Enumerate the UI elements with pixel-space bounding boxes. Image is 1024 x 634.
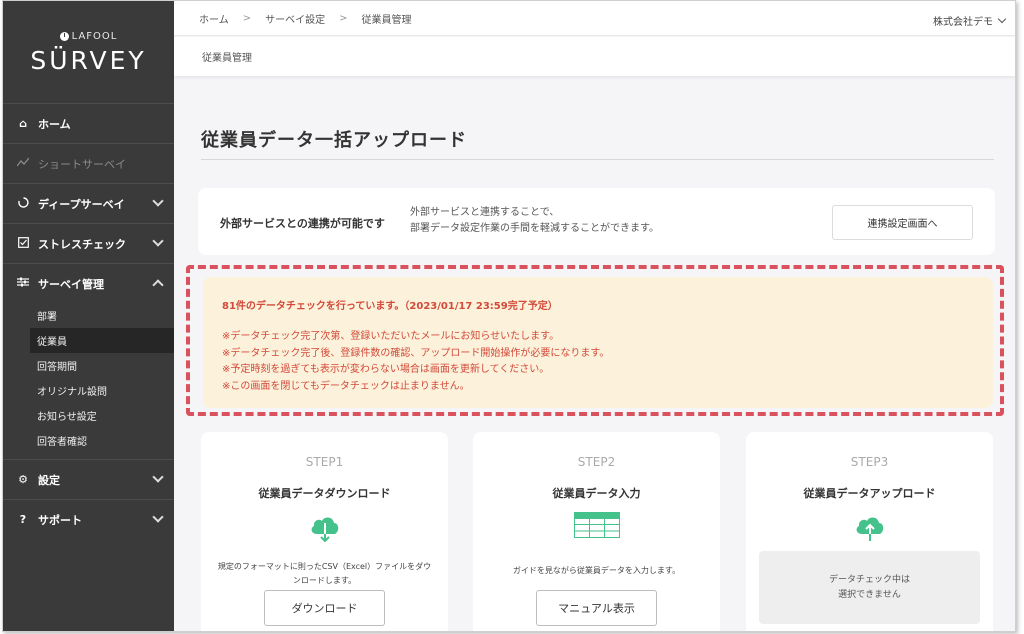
external-service-title: 外部サービスとの連携が可能です <box>220 217 385 230</box>
sidebar-item-label: サポート <box>38 513 82 527</box>
app-window: LAFOOL SÜRVEY ⌂ ホーム ショートサーベイ ディープサーベイ スト… <box>2 0 1016 632</box>
external-service-card: 外部サービスとの連携が可能です 外部サービスと連携することで、 部署データ設定作… <box>198 188 995 255</box>
chevron-up-icon[interactable] <box>152 279 164 291</box>
manual-view-button[interactable]: マニュアル表示 <box>536 590 657 626</box>
chevron-down-icon[interactable] <box>152 195 164 207</box>
notice-line: ※データチェック完了次第、登録いただいたメールにお知らせいたします。 <box>222 331 560 342</box>
step2-card: STEP2 従業員データ入力 ガイドを見ながら従業員データを入力します。 マニュ… <box>473 432 720 631</box>
circle-arc-icon <box>16 196 30 211</box>
notice-line: ※予定時刻を過ぎても表示が変わらない場合は画面を更新してください。 <box>222 364 550 375</box>
logo-product: SÜRVEY <box>30 46 147 75</box>
breadcrumb-home[interactable]: ホーム <box>199 11 229 26</box>
gear-icon: ⚙ <box>18 473 28 486</box>
step-description: ガイドを見ながら従業員データを入力します。 <box>512 566 681 575</box>
sliders-icon <box>16 277 30 290</box>
sidebar-subitem-employees[interactable]: 従業員 <box>30 328 174 353</box>
step3-card: STEP3 従業員データアップロード データチェック中は 選択できません <box>746 432 993 631</box>
trend-line-icon <box>16 157 30 170</box>
breadcrumb-separator-icon: > <box>242 12 252 24</box>
sidebar: LAFOOL SÜRVEY ⌂ ホーム ショートサーベイ ディープサーベイ スト… <box>3 1 174 631</box>
sidebar-subitem-departments[interactable]: 部署 <box>3 303 174 328</box>
chevron-down-icon[interactable] <box>152 511 164 523</box>
breadcrumb-current: 従業員管理 <box>361 14 412 26</box>
question-icon: ? <box>19 513 27 526</box>
sidebar-item-settings[interactable]: ⚙ 設定 <box>3 459 174 499</box>
logo-company: LAFOOL <box>71 31 118 42</box>
sidebar-item-deep-survey[interactable]: ディープサーベイ <box>3 183 174 223</box>
download-button[interactable]: ダウンロード <box>264 590 385 626</box>
step-description: 規定のフォーマットに則ったCSV（Excel）ファイルをダウンロードします。 <box>217 562 432 585</box>
sidebar-subitem-respondent-check[interactable]: 回答者確認 <box>3 428 174 453</box>
sidebar-item-label: ショートサーベイ <box>38 157 126 171</box>
page-title: 従業員データ一括アップロード <box>201 130 467 151</box>
highlight-dashed-frame: 81件のデータチェックを行っています。（2023/01/17 23:59完了予定… <box>186 265 1004 416</box>
sidebar-item-label: ディープサーベイ <box>38 197 125 211</box>
survey-management-submenu: 部署 従業員 回答期間 オリジナル設問 お知らせ設定 回答者確認 <box>3 303 174 459</box>
section-header: 従業員管理 <box>174 37 1015 76</box>
sidebar-item-survey-management[interactable]: サーベイ管理 <box>3 263 174 303</box>
logo[interactable]: LAFOOL SÜRVEY <box>3 31 174 75</box>
step-title: 従業員データ入力 <box>552 487 641 500</box>
breadcrumb-separator-icon: > <box>339 12 348 24</box>
breadcrumb: ホーム > サーベイ設定 > 従業員管理 株式会社デモ <box>174 1 1015 36</box>
sidebar-nav: ⌂ ホーム ショートサーベイ ディープサーベイ ストレスチェック サーベイ管理 … <box>3 103 174 539</box>
sidebar-item-label: サーベイ管理 <box>38 277 104 291</box>
step-label: STEP2 <box>577 455 616 469</box>
step-title: 従業員データアップロード <box>803 487 936 500</box>
data-check-notice: 81件のデータチェックを行っています。（2023/01/17 23:59完了予定… <box>203 277 993 408</box>
sidebar-item-home[interactable]: ⌂ ホーム <box>3 103 174 143</box>
notice-line: ※この画面を閉じてもデータチェックは止まりません。 <box>222 380 470 392</box>
sidebar-subitem-original-questions[interactable]: オリジナル設問 <box>3 378 174 403</box>
notice-line: ※データチェック完了後、登録件数の確認、アップロード開始操作が必要になります。 <box>222 347 610 359</box>
sidebar-item-short-survey: ショートサーベイ <box>3 143 174 183</box>
chevron-down-icon[interactable] <box>152 235 164 247</box>
step-label: STEP1 <box>305 455 344 469</box>
sidebar-item-label: ホーム <box>38 117 71 131</box>
cloud-download-icon <box>308 512 342 546</box>
step1-card: STEP1 従業員データダウンロード 規定のフォーマットに則ったCSV（Exce… <box>201 432 448 631</box>
title-divider <box>201 159 994 160</box>
integration-settings-button[interactable]: 連携設定画面へ <box>832 205 973 240</box>
sidebar-item-support[interactable]: ? サポート <box>3 499 174 539</box>
step-label: STEP3 <box>850 455 889 469</box>
section-title: 従業員管理 <box>202 53 252 64</box>
spreadsheet-icon <box>573 512 620 542</box>
chevron-down-icon[interactable] <box>152 471 164 483</box>
home-icon: ⌂ <box>19 117 27 130</box>
sidebar-subitem-notification-settings[interactable]: お知らせ設定 <box>3 403 174 428</box>
checkbox-icon <box>16 236 30 251</box>
sidebar-item-stress-check[interactable]: ストレスチェック <box>3 223 174 263</box>
upload-disabled-panel: データチェック中は 選択できません <box>759 551 980 624</box>
sidebar-item-label: ストレスチェック <box>38 237 126 251</box>
notice-heading: 81件のデータチェックを行っています。（2023/01/17 23:59完了予定… <box>222 301 558 312</box>
sidebar-subitem-answer-period[interactable]: 回答期間 <box>3 353 174 378</box>
sidebar-item-label: 設定 <box>38 473 60 487</box>
company-name: 株式会社デモ <box>933 17 993 28</box>
step-title: 従業員データダウンロード <box>258 487 391 500</box>
chevron-down-icon <box>997 14 1007 24</box>
breadcrumb-survey-settings[interactable]: サーベイ設定 <box>265 11 325 26</box>
company-selector[interactable]: 株式会社デモ <box>933 13 1007 28</box>
cloud-upload-icon <box>853 512 887 546</box>
external-service-description: 外部サービスと連携することで、 部署データ設定作業の手間を軽減することができます… <box>410 207 659 234</box>
power-icon <box>59 32 69 41</box>
